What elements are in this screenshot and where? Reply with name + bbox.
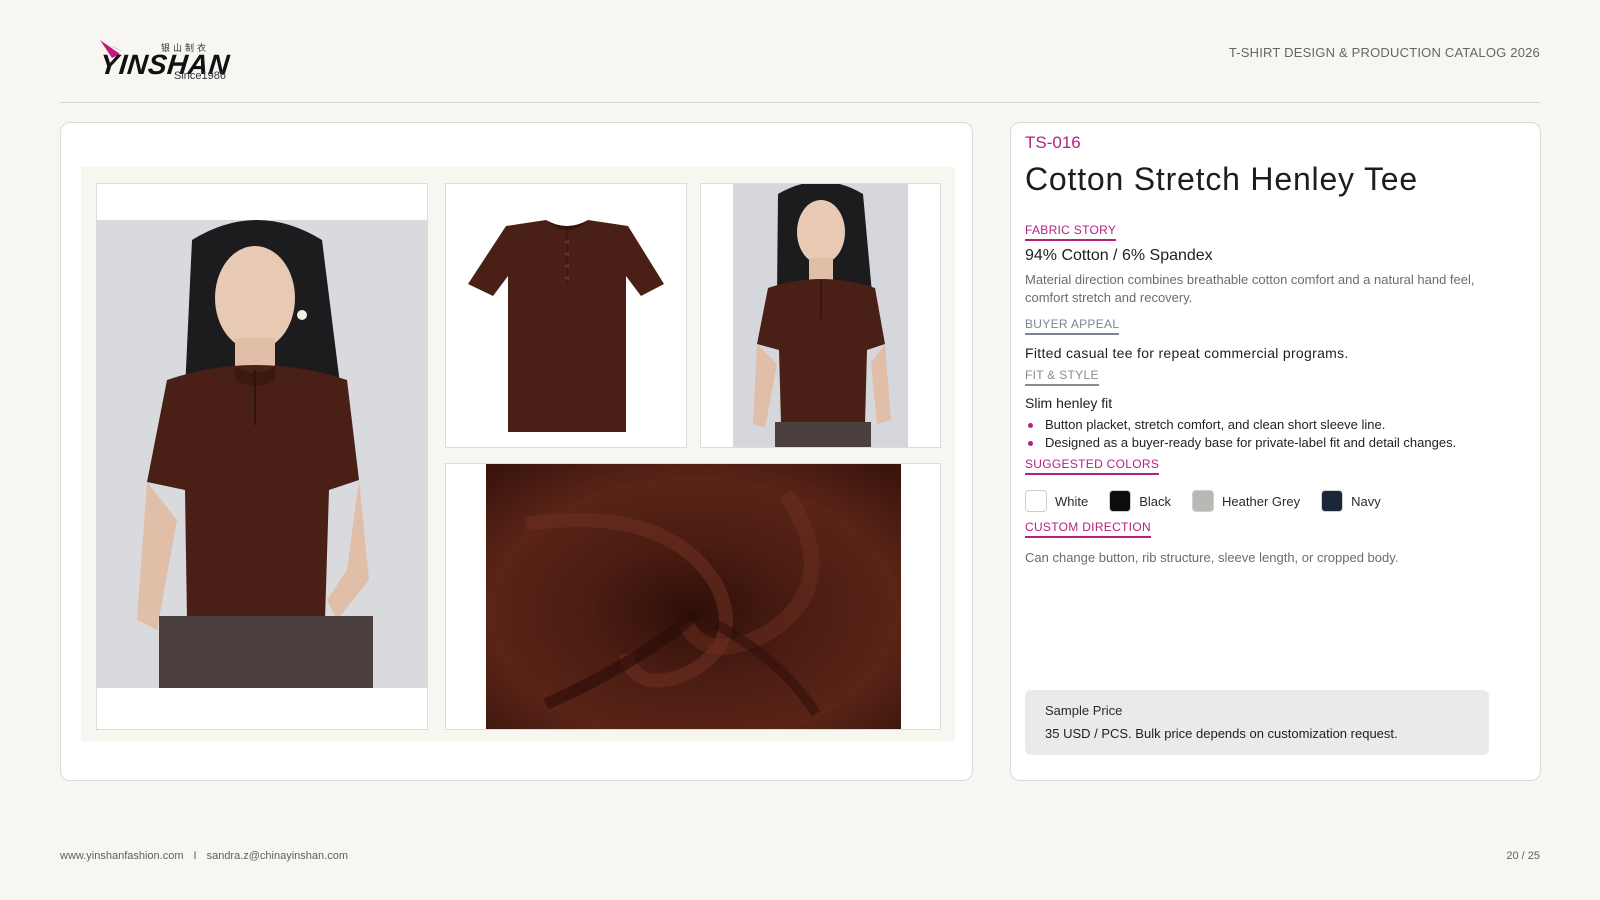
color-swatch [1192, 490, 1215, 512]
color-swatch [1321, 490, 1344, 512]
fabric-composition: 94% Cotton / 6% Spandex [1025, 247, 1213, 264]
model-detail-photo [700, 183, 941, 448]
fit-bullet: Designed as a buyer-ready base for priva… [1025, 434, 1456, 452]
sample-price-box: Sample Price 35 USD / PCS. Bulk price de… [1025, 690, 1489, 755]
buyer-appeal-heading: BUYER APPEAL [1025, 317, 1120, 335]
footer-contact: www.yinshanfashion.com Isandra.z@chinayin… [60, 850, 348, 862]
fabric-swatch-photo [445, 463, 941, 730]
header-divider [60, 102, 1540, 103]
fabric-story-heading: FABRIC STORY [1025, 223, 1117, 241]
product-title: Cotton Stretch Henley Tee [1025, 161, 1418, 197]
color-name: Black [1139, 493, 1172, 509]
color-name: Navy [1351, 493, 1381, 509]
custom-direction-text: Can change button, rib structure, sleeve… [1025, 550, 1399, 565]
sample-price-title: Sample Price [1045, 703, 1123, 718]
footer-separator: I [193, 850, 197, 862]
catalog-title: T-SHIRT DESIGN & PRODUCTION CATALOG 2026 [1228, 45, 1540, 60]
color-swatch [1025, 490, 1047, 512]
image-gallery-card [60, 122, 973, 781]
color-option-white: White [1025, 490, 1088, 512]
model-front-photo [96, 183, 428, 730]
fit-bullet: Button placket, stretch comfort, and cle… [1025, 416, 1456, 434]
brand-since: Since1986 [174, 70, 226, 82]
website-link[interactable]: www.yinshanfashion.com [60, 850, 184, 862]
fit-bullet-list: Button placket, stretch comfort, and cle… [1025, 416, 1456, 452]
color-name: White [1055, 493, 1089, 509]
page-number: 20 / 25 [1506, 850, 1540, 862]
sample-price-text: 35 USD / PCS. Bulk price depends on cust… [1045, 726, 1398, 741]
color-option-heather-grey: Heather Grey [1192, 490, 1300, 512]
color-name: Heather Grey [1222, 493, 1301, 509]
color-swatch-list: White Black Heather Grey Navy [1025, 490, 1402, 512]
model-detail-image [733, 184, 908, 447]
brand-logo: 银山制衣 YINSHAN Since1986 [98, 38, 233, 86]
color-swatch [1109, 490, 1132, 512]
custom-direction-heading: CUSTOM DIRECTION [1025, 520, 1151, 538]
product-code: TS-016 [1025, 133, 1081, 152]
flat-lay-tee-photo [445, 183, 687, 448]
email-link[interactable]: sandra.z@chinayinshan.com [207, 850, 348, 862]
product-details-card: TS-016 Cotton Stretch Henley Tee FABRIC … [1010, 122, 1541, 781]
fit-description: Slim henley fit [1025, 395, 1113, 411]
flat-lay-tee-image [446, 184, 686, 447]
color-option-navy: Navy [1321, 490, 1381, 512]
suggested-colors-heading: SUGGESTED COLORS [1025, 457, 1160, 475]
fit-style-heading: FIT & STYLE [1025, 368, 1099, 386]
fabric-description: Material direction combines breathable c… [1025, 272, 1475, 305]
fabric-swatch-image [486, 464, 901, 729]
color-option-black: Black [1109, 490, 1171, 512]
model-front-image [97, 220, 427, 688]
image-gallery [81, 167, 955, 741]
buyer-appeal-text: Fitted casual tee for repeat commercial … [1025, 345, 1349, 361]
